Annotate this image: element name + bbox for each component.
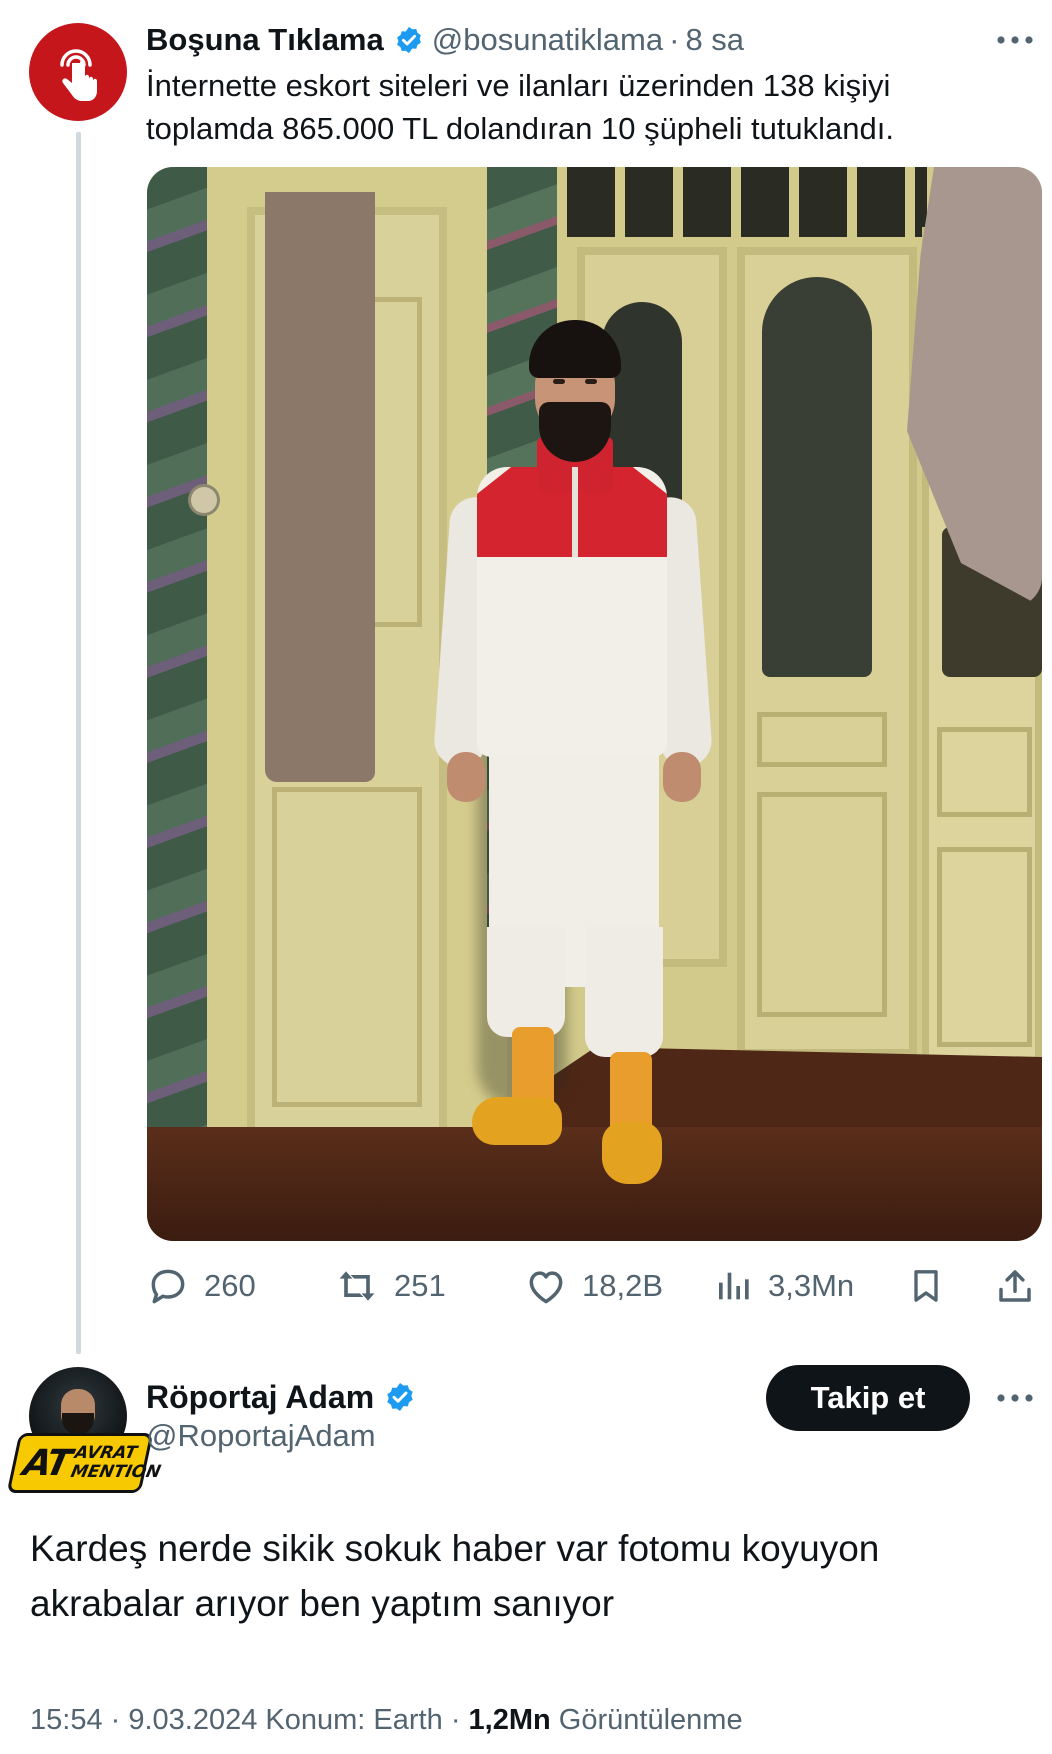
share-button[interactable]: [994, 1258, 1036, 1314]
left-door-panel: [272, 787, 422, 1107]
tweet1-header: Boşuna Tıklama @bosunatiklama · 8 sa: [146, 18, 1032, 62]
tweet2-handle[interactable]: @RoportajAdam: [146, 1418, 376, 1454]
thread-line: [76, 132, 81, 1354]
yellow-slipper: [472, 1097, 562, 1145]
tweet2-views-count: 1,2Mn: [468, 1704, 551, 1736]
person-leg: [487, 927, 565, 1037]
tweet1-handle[interactable]: @bosunatiklama: [432, 22, 663, 58]
sweatshirt-zip: [572, 467, 578, 557]
tweet2-timestamp[interactable]: 15:54 · 9.03.2024: [30, 1704, 257, 1736]
hanging-towel-left: [265, 192, 375, 782]
bosuna-tiklama-avatar[interactable]: [29, 23, 127, 121]
bookmark-icon: [914, 1270, 938, 1302]
tweet2-name-row: Röportaj Adam: [146, 1373, 424, 1421]
more-options-icon[interactable]: [990, 1380, 1040, 1416]
retweet-button[interactable]: 251: [334, 1258, 446, 1314]
views-button[interactable]: 3,3Mn: [714, 1258, 854, 1314]
like-count: 18,2B: [582, 1268, 664, 1303]
wooden-floor: [147, 1127, 1042, 1241]
heart-icon: [529, 1271, 563, 1304]
tweet1-action-bar: 260 251 18,2B 3,3Mn: [146, 1258, 1042, 1314]
tweet2-author-name[interactable]: Röportaj Adam: [146, 1379, 374, 1416]
person-leg: [585, 927, 663, 1057]
share-icon: [999, 1270, 1031, 1302]
at-avrat-mention-logo: AT AVRAT MENTION: [10, 1436, 163, 1490]
like-button[interactable]: 18,2B: [524, 1258, 663, 1314]
separator-dot: ·: [450, 1704, 461, 1736]
logo-bottom-text: MENTION: [68, 1462, 163, 1482]
logo-at-text: AT: [19, 1442, 74, 1484]
door-glass: [762, 277, 872, 677]
retweet-icon: [339, 1271, 375, 1301]
person-hand: [663, 752, 701, 802]
verified-badge-icon: [384, 1381, 416, 1413]
reply-icon: [151, 1269, 185, 1304]
tweet1-author-name[interactable]: Boşuna Tıklama: [146, 22, 384, 58]
person-eye: [585, 379, 597, 384]
tweet2-text: Kardeş nerde sikik sokuk haber var fotom…: [30, 1528, 880, 1624]
door-panel: [937, 847, 1032, 1047]
tweet2-meta: 15:54 · 9.03.2024 Konum: Earth · 1,2Mn G…: [30, 1704, 743, 1737]
transom-window: [567, 167, 927, 237]
bookmark-button[interactable]: [906, 1258, 946, 1314]
person-hand: [447, 752, 485, 802]
more-options-icon[interactable]: [990, 22, 1040, 58]
tweet1-photo[interactable]: [147, 167, 1042, 1241]
hand-pointer-icon: [60, 49, 97, 101]
retweet-count: 251: [394, 1268, 446, 1303]
door-knob: [191, 487, 217, 513]
follow-button[interactable]: Takip et: [766, 1365, 970, 1431]
tweet2-location: Konum: Earth: [265, 1704, 443, 1736]
reply-button[interactable]: 260: [146, 1258, 256, 1314]
avatar-beard: [62, 1413, 94, 1435]
tweet2-views-label: Görüntülenme: [558, 1704, 743, 1736]
reply-count: 260: [204, 1268, 256, 1303]
tweet1-text: İnternette eskort siteleri ve ilanları ü…: [146, 68, 894, 146]
door-panel: [757, 712, 887, 767]
separator-dot: ·: [669, 22, 680, 57]
person-eye: [553, 379, 565, 384]
verified-badge-icon: [394, 25, 424, 55]
tweet-thread: Boşuna Tıklama @bosunatiklama · 8 sa İnt…: [0, 0, 1052, 1754]
yellow-slipper: [602, 1122, 662, 1184]
views-count: 3,3Mn: [768, 1268, 855, 1303]
tweet1-timestamp[interactable]: 8 sa: [685, 22, 744, 58]
door-panel: [937, 727, 1032, 817]
door-panel: [757, 792, 887, 1017]
views-chart-icon: [719, 1272, 749, 1300]
